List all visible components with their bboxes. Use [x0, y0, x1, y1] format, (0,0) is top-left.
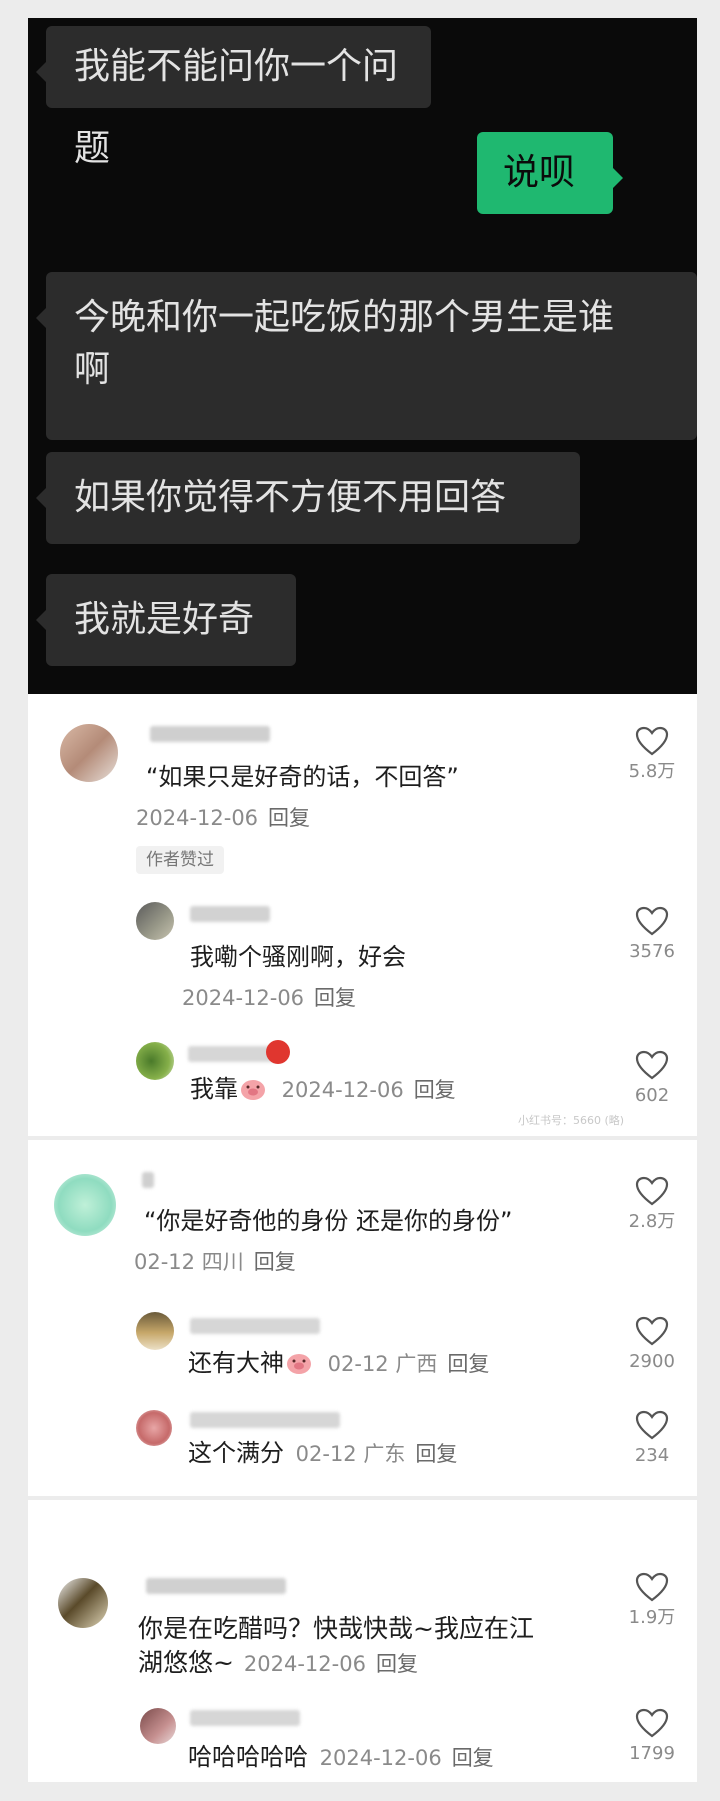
- chat-bubble-left: 我能不能问你一个问题: [36, 26, 431, 169]
- like-button[interactable]: 234: [622, 1410, 682, 1468]
- like-count: 2900: [629, 1351, 675, 1372]
- chat-bubble-line: 啊: [74, 349, 111, 390]
- reply-date: 2024-12-06: [281, 1078, 404, 1102]
- chat-screenshot: 我能不能问你一个问题 说呗 今晚和你一起吃饭的那个男生是谁 啊 如果你觉得不方便…: [28, 18, 697, 694]
- comment-meta: 2024-12-06 回复: [136, 804, 310, 832]
- username-blurred[interactable]: [142, 1172, 154, 1188]
- reply-button[interactable]: 回复: [376, 1652, 418, 1676]
- heart-outline-icon: [635, 906, 669, 936]
- reply-date: 02-12 广西: [327, 1352, 438, 1376]
- comment-meta: 02-12 四川 回复: [134, 1248, 296, 1276]
- reply-button[interactable]: 回复: [452, 1746, 494, 1770]
- like-button[interactable]: 602: [622, 1050, 682, 1108]
- avatar[interactable]: [60, 724, 118, 782]
- avatar[interactable]: [140, 1708, 176, 1744]
- like-button[interactable]: 3576: [622, 906, 682, 964]
- like-count: 1799: [629, 1743, 675, 1764]
- reply-button[interactable]: 回复: [314, 986, 356, 1010]
- reply-button[interactable]: 回复: [447, 1352, 489, 1376]
- reply-text: 我靠 2024-12-06 回复: [190, 1072, 456, 1106]
- reply-date: 2024-12-06: [319, 1746, 442, 1770]
- comment-text: “你是好奇他的身份 还是你的身份”: [144, 1207, 513, 1235]
- comment-panel-2: “你是好奇他的身份 还是你的身份” 02-12 四川 回复 2.8万 还有大神 0…: [28, 1140, 697, 1496]
- chat-bubble-left: 我就是好奇: [36, 574, 296, 666]
- reply-text: 还有大神 02-12 广西 回复: [188, 1346, 489, 1380]
- heart-outline-icon: [635, 1708, 669, 1738]
- comment-panel-1: “如果只是好奇的话，不回答” 2024-12-06 回复 作者赞过 5.8万 我嘞…: [28, 694, 697, 1136]
- reply-text: 这个满分 02-12 广东 回复: [188, 1436, 457, 1470]
- like-count: 2.8万: [628, 1211, 676, 1232]
- reply-date: 2024-12-06: [182, 986, 305, 1010]
- author-liked-badge: 作者赞过: [136, 846, 224, 874]
- reply-text-content: 我靠: [190, 1075, 238, 1103]
- reply-button[interactable]: 回复: [415, 1442, 457, 1466]
- comment-date: 02-12 四川: [134, 1250, 244, 1274]
- chat-bubble-left: 今晚和你一起吃饭的那个男生是谁 啊: [36, 272, 697, 440]
- heart-outline-icon: [635, 1572, 669, 1602]
- reply-button[interactable]: 回复: [254, 1250, 296, 1274]
- reply-button[interactable]: 回复: [268, 806, 310, 830]
- pig-face-emoji-icon: [241, 1080, 265, 1100]
- like-count: 5.8万: [628, 761, 676, 782]
- avatar[interactable]: [58, 1578, 108, 1628]
- heart-outline-icon: [635, 726, 669, 756]
- like-count: 234: [634, 1445, 670, 1466]
- like-count: 602: [634, 1085, 670, 1106]
- heart-outline-icon: [635, 1410, 669, 1440]
- heart-outline-icon: [635, 1176, 669, 1206]
- like-button[interactable]: 1.9万: [622, 1572, 682, 1630]
- comment-panel-3: 你是在吃醋吗？快哉快哉~我应在江 湖悠悠~ 2024-12-06 回复 1.9万 …: [28, 1500, 697, 1782]
- reply-text: 哈哈哈哈哈 2024-12-06 回复: [188, 1740, 494, 1774]
- avatar[interactable]: [54, 1174, 116, 1236]
- reply-date: 02-12 广东: [295, 1442, 406, 1466]
- comment-text-line: 你是在吃醋吗？快哉快哉~我应在江: [138, 1614, 534, 1643]
- avatar[interactable]: [136, 1042, 174, 1080]
- avatar[interactable]: [136, 902, 174, 940]
- username-blurred[interactable]: [190, 1412, 340, 1428]
- like-count: 3576: [629, 941, 675, 962]
- reply-text-content: 这个满分: [188, 1439, 284, 1467]
- chat-bubble-right: 说呗: [477, 132, 623, 214]
- chat-bubble-left: 如果你觉得不方便不用回答: [36, 452, 580, 544]
- comment-date: 2024-12-06: [136, 806, 259, 830]
- like-button[interactable]: 5.8万: [622, 726, 682, 784]
- comment-date: 2024-12-06: [243, 1652, 366, 1676]
- username-blurred[interactable]: [146, 1578, 286, 1594]
- username-blurred[interactable]: [190, 1318, 320, 1334]
- like-button[interactable]: 1799: [622, 1708, 682, 1766]
- comment-text-line: 湖悠悠~ 2024-12-06 回复: [138, 1646, 418, 1680]
- comment-text-line2: 湖悠悠~: [138, 1648, 234, 1677]
- username-blurred[interactable]: [188, 1046, 278, 1062]
- reply-text-content: 哈哈哈哈哈: [188, 1743, 308, 1771]
- reply-button[interactable]: 回复: [414, 1078, 456, 1102]
- username-blurred[interactable]: [190, 906, 270, 922]
- avatar[interactable]: [136, 1410, 172, 1446]
- like-button[interactable]: 2900: [622, 1316, 682, 1374]
- reply-meta: 2024-12-06 回复: [182, 984, 356, 1012]
- heart-outline-icon: [635, 1050, 669, 1080]
- comment-text: “如果只是好奇的话，不回答”: [146, 763, 459, 791]
- red-sticker-icon: [266, 1040, 290, 1064]
- like-button[interactable]: 2.8万: [622, 1176, 682, 1234]
- reply-text: 我嘞个骚刚啊，好会: [190, 943, 406, 971]
- avatar[interactable]: [136, 1312, 174, 1350]
- like-count: 1.9万: [628, 1607, 676, 1628]
- chat-bubble-line: 今晚和你一起吃饭的那个男生是谁: [74, 297, 615, 338]
- username-blurred[interactable]: [190, 1710, 300, 1726]
- watermark: 小红书号：5660 (略): [518, 1114, 625, 1127]
- reply-text-content: 还有大神: [188, 1349, 284, 1377]
- heart-outline-icon: [635, 1316, 669, 1346]
- username-blurred[interactable]: [150, 726, 270, 742]
- pig-face-emoji-icon: [287, 1354, 311, 1374]
